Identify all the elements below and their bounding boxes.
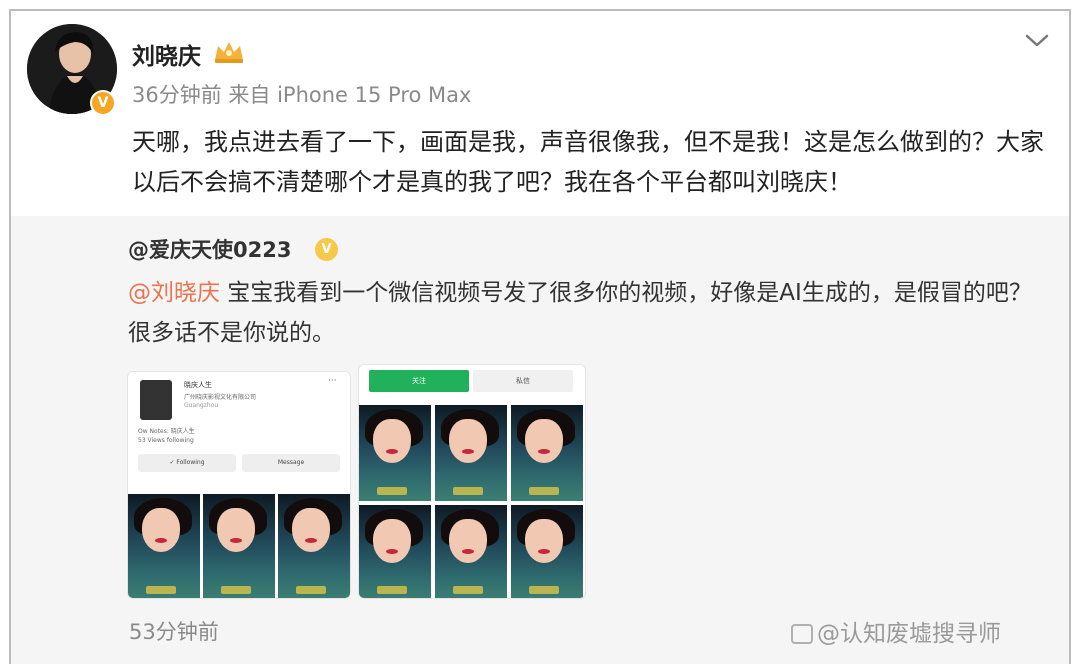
watermark-logo-icon — [791, 624, 813, 644]
repost-image-video-grid[interactable]: 关注 私信 — [358, 364, 586, 599]
weibo-post-card: V 刘晓庆 36分钟前 来自 iPhone 15 Pro Max 天哪，我点进去… — [9, 9, 1071, 664]
repost-username[interactable]: @爱庆天使0223 — [128, 234, 291, 264]
tab-follow: 关注 — [369, 370, 469, 392]
repost-text: @刘晓庆 宝宝我看到一个微信视频号发了很多你的视频，好像是AI生成的，是假冒的吧… — [128, 273, 1033, 353]
profile-subtitle: 广州晓庆影视文化有限公司 — [184, 394, 257, 401]
follow-button: ✓ Following — [138, 454, 236, 472]
profile-bio: Ow Notes: 晓庆人生 — [138, 428, 195, 435]
repost-body: 宝宝我看到一个微信视频号发了很多你的视频，好像是AI生成的，是假冒的吧？很多话不… — [128, 280, 1032, 346]
repost-image-profile[interactable]: 晓庆人生 广州晓庆影视文化有限公司 Guangzhou ··· Ow Notes… — [127, 371, 351, 599]
video-thumbnail — [278, 494, 350, 598]
video-thumbnail — [359, 405, 431, 501]
video-thumbnail — [128, 494, 200, 598]
tab-message: 私信 — [473, 370, 573, 392]
watermark-text: @认知废墟搜寻师 — [817, 621, 1001, 647]
mention-link[interactable]: @刘晓庆 — [128, 280, 220, 306]
post-username[interactable]: 刘晓庆 — [132, 37, 201, 71]
profile-name: 晓庆人生 — [184, 381, 212, 389]
verified-badge-icon: V — [90, 90, 116, 116]
video-thumbnail — [511, 405, 583, 501]
video-thumbnail — [435, 505, 507, 598]
avatar — [140, 380, 172, 420]
more-icon: ··· — [328, 376, 337, 386]
crown-icon — [215, 42, 243, 63]
post-text: 天哪，我点进去看了一下，画面是我，声音很像我，但不是我！这是怎么做到的？大家以后… — [132, 128, 1044, 196]
post-meta: 36分钟前 来自 iPhone 15 Pro Max — [132, 83, 472, 107]
video-thumbnail — [203, 494, 275, 598]
message-button: Message — [242, 454, 340, 472]
profile-stats: 53 Views following — [138, 437, 194, 444]
repost-block[interactable]: @爱庆天使0223 V @刘晓庆 宝宝我看到一个微信视频号发了很多你的视频，好像… — [11, 216, 1069, 664]
watermark: @认知废墟搜寻师 — [791, 614, 1001, 648]
video-thumbnail — [435, 405, 507, 501]
verified-badge-icon: V — [315, 238, 338, 261]
video-thumbnail — [359, 505, 431, 598]
profile-location: Guangzhou — [184, 402, 219, 409]
video-thumbnail — [511, 505, 583, 598]
chevron-down-icon[interactable] — [1023, 31, 1051, 51]
repost-timestamp: 53分钟前 — [129, 620, 219, 644]
